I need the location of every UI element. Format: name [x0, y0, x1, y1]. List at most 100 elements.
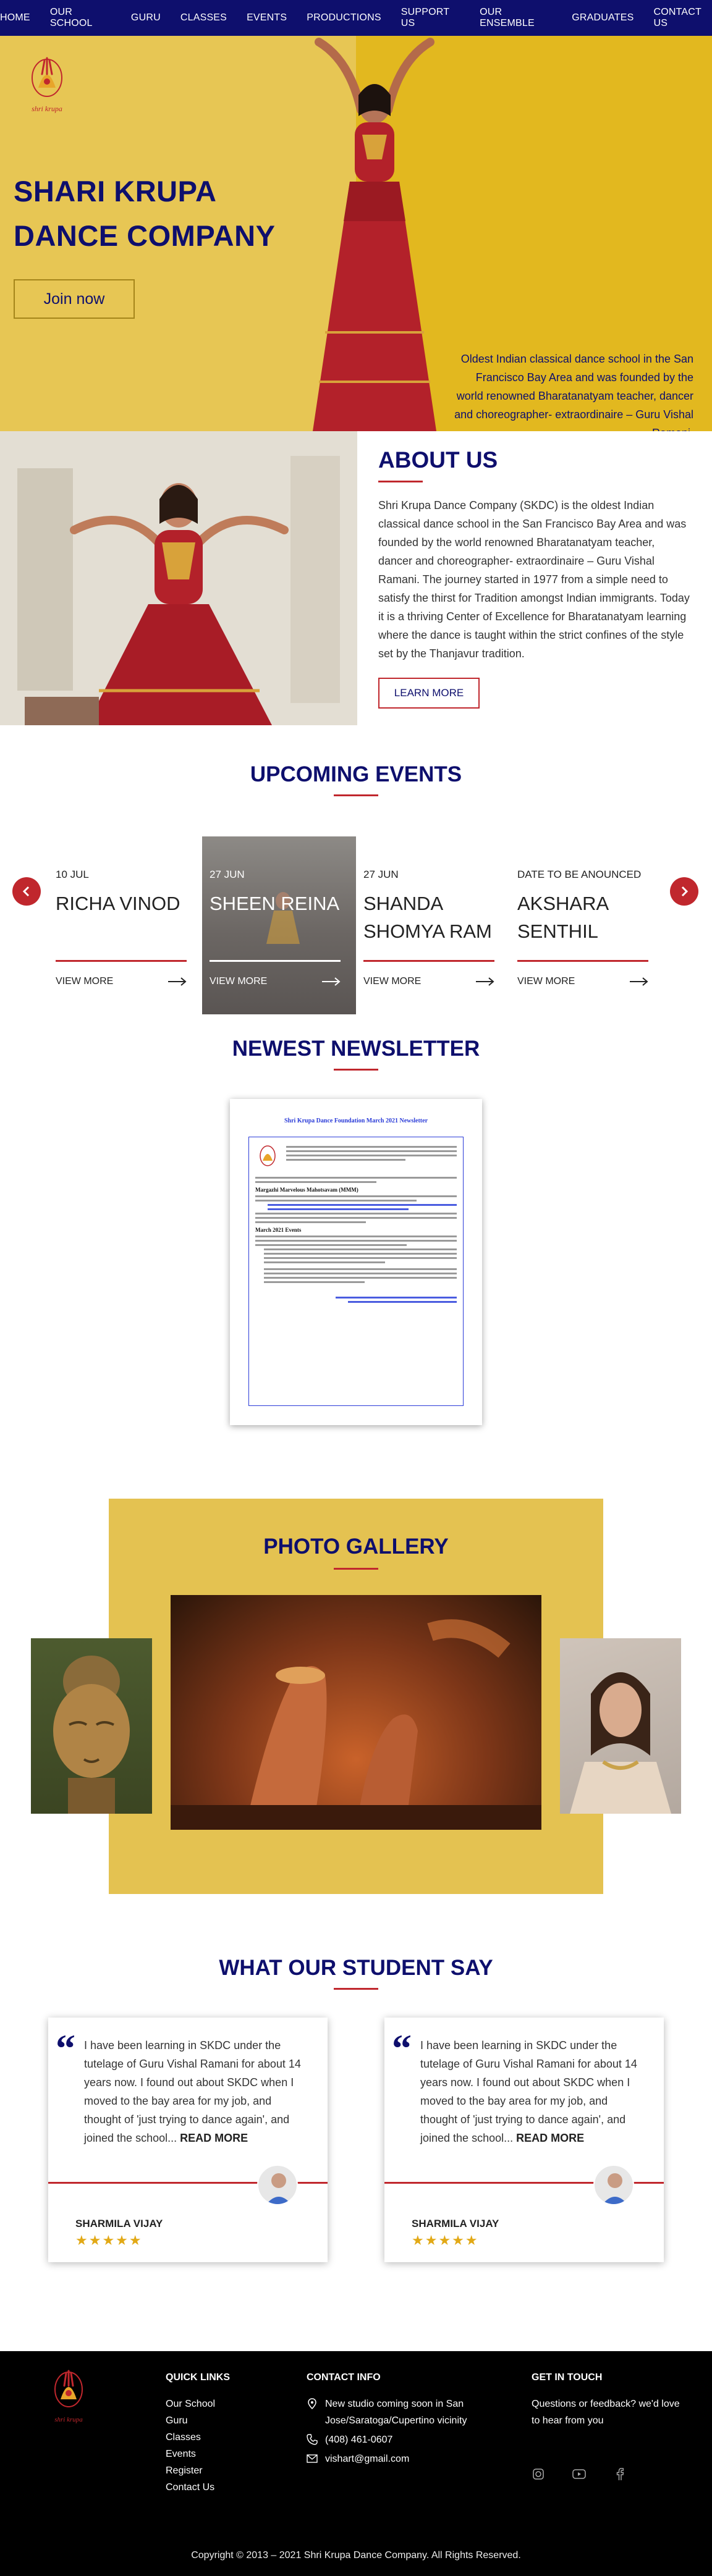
email-text: vishart@gmail.com	[325, 2454, 410, 2464]
get-in-touch-text: Questions or feedback? we'd love to hear…	[532, 2399, 680, 2426]
phone-row[interactable]: (408) 461-0607	[307, 2431, 492, 2448]
learn-more-button[interactable]: LEARN MORE	[378, 678, 480, 709]
about-dancer-image	[0, 431, 357, 725]
chevron-right-icon[interactable]	[670, 877, 698, 906]
arrow-right-icon	[630, 977, 648, 986]
newsletter-document[interactable]: Shri Krupa Dance Foundation March 2021 N…	[230, 1099, 482, 1425]
newsletter-section: NEWEST NEWSLETTER Shri Krupa Dance Found…	[0, 1022, 712, 1486]
quote-icon: “	[392, 2026, 412, 2070]
svg-text:shri krupa: shri krupa	[32, 104, 62, 113]
title-divider	[334, 1568, 378, 1570]
about-section: ABOUT US Shri Krupa Dance Company (SKDC)…	[0, 431, 712, 725]
email-row[interactable]: vishart@gmail.com	[307, 2451, 492, 2467]
address-text: New studio coming soon in San Jose/Sarat…	[325, 2399, 467, 2426]
event-divider	[363, 960, 494, 962]
gallery-title: PHOTO GALLERY	[263, 1534, 449, 1559]
view-more-link[interactable]: VIEW MORE	[517, 976, 648, 987]
star-rating-icon: ★★★★★	[75, 2233, 143, 2248]
read-more-link[interactable]: READ MORE	[516, 2132, 584, 2144]
address-row: New studio coming soon in San Jose/Sarat…	[307, 2396, 492, 2429]
facebook-icon[interactable]	[613, 2467, 627, 2481]
event-divider	[56, 960, 187, 962]
gallery-image-dance-feet[interactable]	[171, 1595, 541, 1830]
nav-graduates[interactable]: GRADUATES	[572, 12, 634, 23]
view-more-link[interactable]: VIEW MORE	[210, 976, 341, 987]
event-name: AKSHARA SENTHIL	[517, 893, 608, 942]
join-now-button[interactable]: Join now	[14, 279, 135, 319]
footer-link-contact-us[interactable]: Contact Us	[166, 2479, 230, 2496]
newsletter-heading: Margazhi Marvelous Mahotsavam (MMM)	[255, 1187, 358, 1193]
chevron-left-icon[interactable]	[12, 877, 41, 906]
events-carousel: 10 JUL RICHA VINOD VIEW MORE 27 JUN SHEE…	[48, 836, 664, 1014]
view-more-link[interactable]: VIEW MORE	[56, 976, 187, 987]
gallery-image-buddha[interactable]	[31, 1638, 152, 1814]
top-navigation: HOME OUR SCHOOL GURU CLASSES EVENTS PROD…	[0, 0, 712, 36]
title-divider	[378, 481, 423, 482]
testimonial-card: “ I have been learning in SKDC under the…	[384, 2018, 664, 2262]
youtube-icon[interactable]	[572, 2467, 586, 2481]
instagram-icon[interactable]	[532, 2467, 545, 2481]
avatar	[593, 2165, 634, 2205]
nav-home[interactable]: HOME	[0, 12, 30, 23]
hero-dancer-image	[313, 38, 436, 431]
event-card[interactable]: 10 JUL RICHA VINOD VIEW MORE	[48, 836, 202, 1014]
read-more-link[interactable]: READ MORE	[180, 2132, 248, 2144]
view-more-link[interactable]: VIEW MORE	[363, 976, 494, 987]
nav-support-us[interactable]: SUPPORT US	[401, 7, 460, 29]
gallery-section: PHOTO GALLERY	[0, 1486, 712, 1956]
event-date: 27 JUN	[363, 869, 399, 880]
nav-guru[interactable]: GURU	[131, 12, 161, 23]
event-name: RICHA VINOD	[56, 893, 180, 914]
testimonial-text: I have been learning in SKDC under the t…	[84, 2036, 308, 2147]
email-icon	[307, 2454, 318, 2463]
view-more-label: VIEW MORE	[56, 976, 114, 987]
nav-our-school[interactable]: OUR SCHOOL	[50, 7, 111, 29]
contact-info-column: CONTACT INFO New studio coming soon in S…	[307, 2372, 492, 2470]
footer-link-register[interactable]: Register	[166, 2462, 230, 2479]
testimonial-text: I have been learning in SKDC under the t…	[420, 2036, 644, 2147]
phone-icon	[307, 2434, 318, 2445]
about-title: ABOUT US	[378, 447, 498, 473]
nav-contact-us[interactable]: CONTACT US	[653, 7, 712, 29]
events-title: UPCOMING EVENTS	[250, 762, 462, 786]
newsletter-logo-icon	[260, 1145, 276, 1166]
footer-link-our-school[interactable]: Our School	[166, 2396, 230, 2412]
social-links	[532, 2467, 680, 2481]
about-content: ABOUT US Shri Krupa Dance Company (SKDC)…	[357, 431, 712, 725]
newsletter-doc-title: Shri Krupa Dance Foundation March 2021 N…	[284, 1118, 428, 1124]
footer-link-events[interactable]: Events	[166, 2446, 230, 2462]
arrow-right-icon	[476, 977, 494, 986]
event-card[interactable]: 27 JUN SHANDA SHOMYA RAM VIEW MORE	[356, 836, 510, 1014]
footer-logo[interactable]: shri krupa	[47, 2363, 90, 2431]
company-logo[interactable]: shri krupa	[23, 49, 70, 122]
event-card[interactable]: DATE TO BE ANOUNCED AKSHARA SENTHIL VIEW…	[510, 836, 664, 1014]
about-text: Shri Krupa Dance Company (SKDC) is the o…	[378, 499, 690, 660]
nav-events[interactable]: EVENTS	[247, 12, 287, 23]
view-more-label: VIEW MORE	[517, 976, 575, 987]
view-more-label: VIEW MORE	[363, 976, 422, 987]
student-name: SHARMILA VIJAY	[412, 2218, 499, 2229]
hero-title: SHARI KRUPA DANCE COMPANY	[14, 175, 276, 252]
footer-link-guru[interactable]: Guru	[166, 2412, 230, 2429]
footer-link-classes[interactable]: Classes	[166, 2429, 230, 2446]
testimonials-section: WHAT OUR STUDENT SAY “ I have been learn…	[0, 1956, 712, 2351]
star-rating-icon: ★★★★★	[412, 2233, 479, 2248]
testimonial-card: “ I have been learning in SKDC under the…	[48, 2018, 328, 2262]
newsletter-heading: March 2021 Events	[255, 1227, 302, 1233]
gallery-image-dancer-portrait[interactable]	[560, 1638, 681, 1814]
arrow-right-icon	[168, 977, 187, 986]
nav-classes[interactable]: CLASSES	[180, 12, 227, 23]
svg-text:shri krupa: shri krupa	[54, 2416, 83, 2423]
event-card-featured[interactable]: 27 JUN SHEEN REINA VIEW MORE	[202, 836, 356, 1014]
events-section: UPCOMING EVENTS 10 JUL RICHA VINOD VIEW …	[0, 725, 712, 1022]
get-in-touch-column: GET IN TOUCH Questions or feedback? we'd…	[532, 2372, 680, 2481]
quote-icon: “	[56, 2026, 75, 2070]
testimonials-title: WHAT OUR STUDENT SAY	[219, 1956, 493, 1980]
phone-text: (408) 461-0607	[325, 2435, 393, 2445]
testimonial-body: I have been learning in SKDC under the t…	[420, 2039, 637, 2144]
nav-our-ensemble[interactable]: OUR ENSEMBLE	[480, 7, 552, 29]
hero-description: Oldest Indian classical dance school in …	[454, 353, 693, 431]
nav-productions[interactable]: PRODUCTIONS	[307, 12, 381, 23]
contact-info-title: CONTACT INFO	[307, 2372, 381, 2383]
event-name: SHEEN REINA	[210, 893, 340, 914]
